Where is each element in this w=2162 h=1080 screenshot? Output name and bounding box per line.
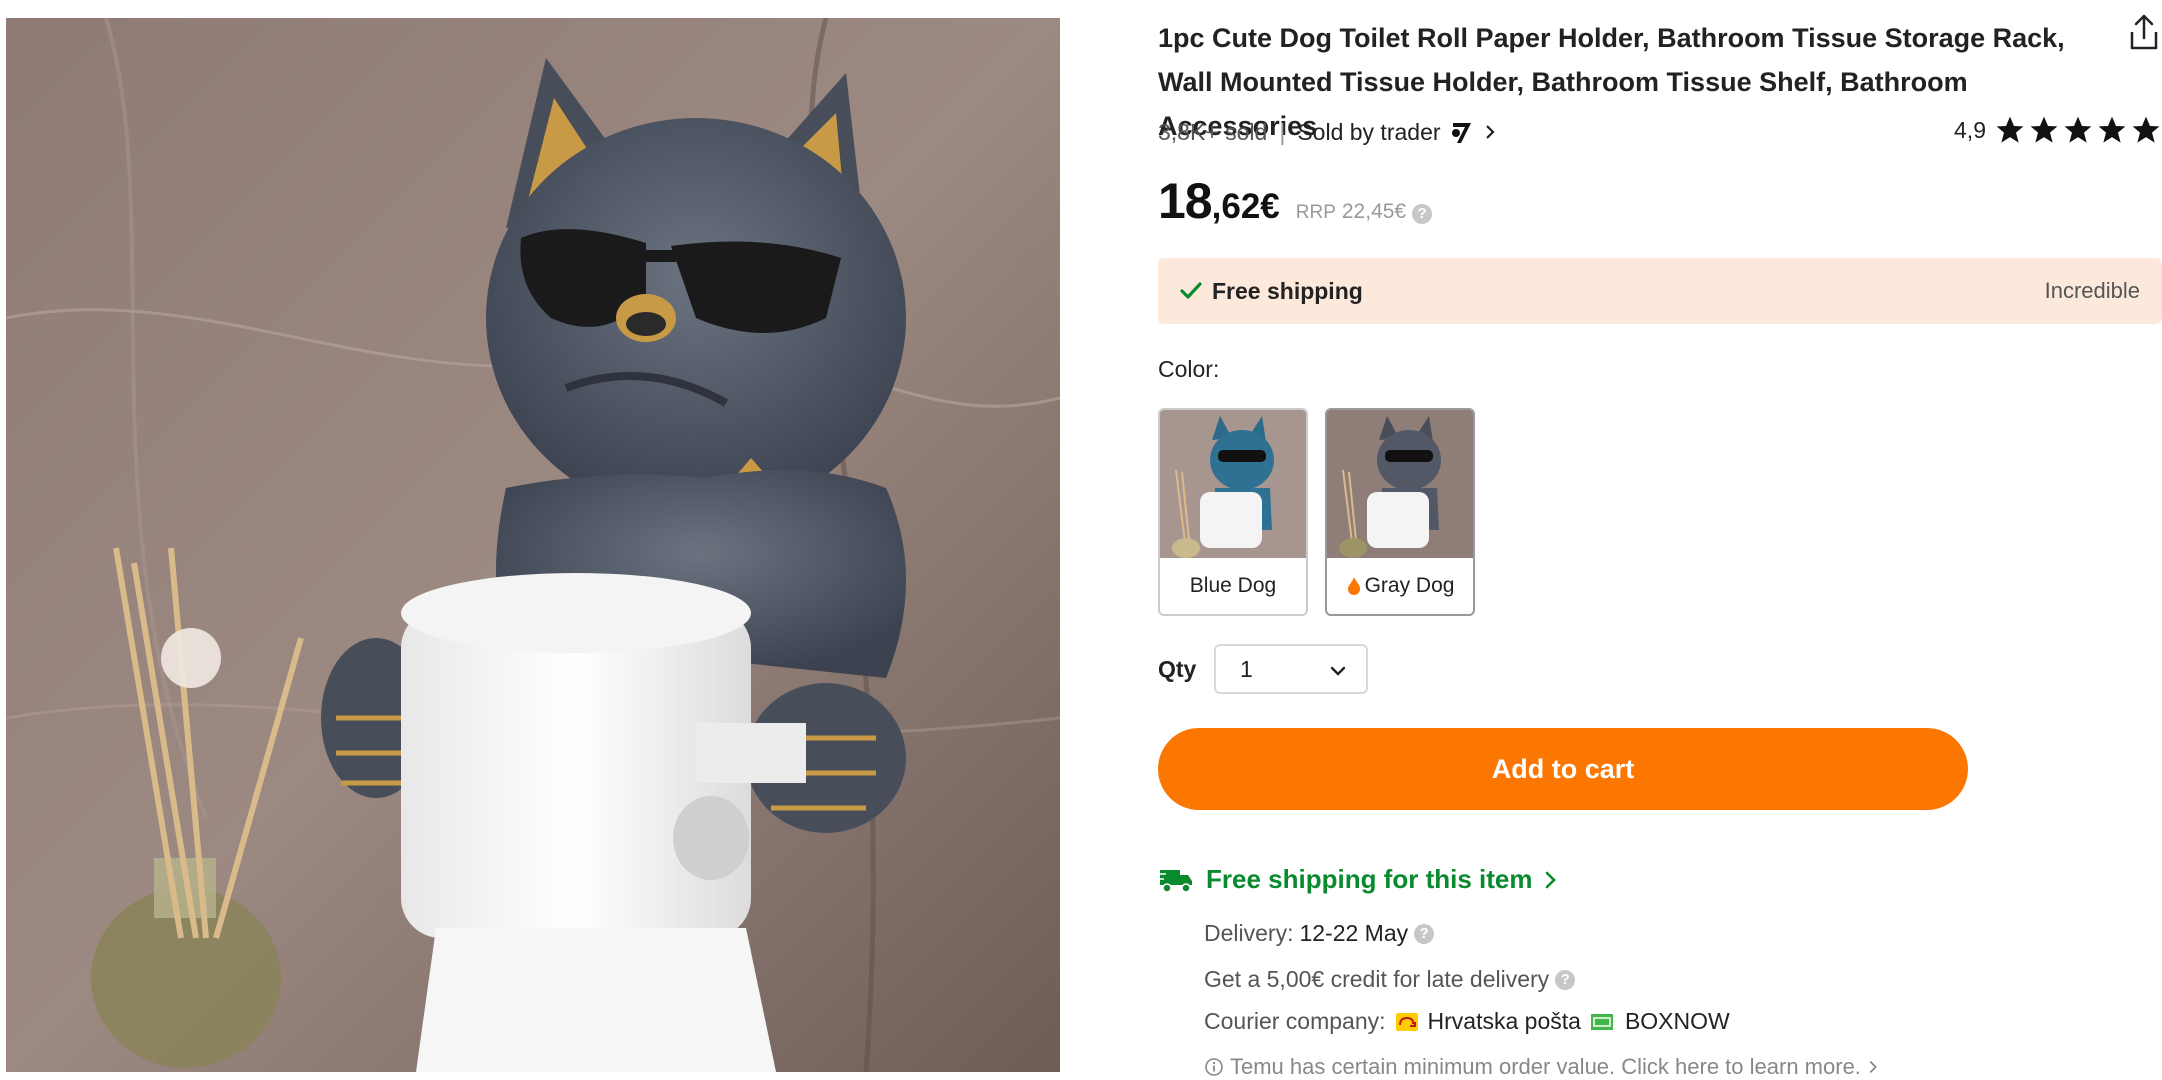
star-icon xyxy=(2064,116,2092,143)
sold-count: 3,8K+ sold xyxy=(1158,118,1268,145)
courier-boxnow: BOXNOW xyxy=(1624,1008,1730,1034)
share-icon[interactable] xyxy=(2126,12,2162,52)
rating-value: 4,9 xyxy=(1954,116,1986,143)
late-delivery-credit-text: Get a 5,00€ credit for late delivery xyxy=(1204,966,1550,992)
product-meta-row: 3,8K+ sold | Sold by trader 4,9 xyxy=(1158,114,2162,150)
free-shipping-label: Free shipping xyxy=(1212,277,1363,304)
star-icon xyxy=(2132,116,2160,143)
seller-label: Sold by trader xyxy=(1297,118,1441,145)
info-icon xyxy=(1205,1058,1223,1076)
post-horn-icon xyxy=(1395,1012,1418,1031)
help-icon[interactable]: ? xyxy=(1414,923,1435,944)
meta-separator: | xyxy=(1279,118,1286,145)
price-decimal: ,62€ xyxy=(1211,187,1280,226)
color-option-label: Gray Dog xyxy=(1327,558,1473,614)
color-label: Color: xyxy=(1158,356,1220,382)
gray-dog-thumbnail xyxy=(1327,410,1473,558)
color-option-name: Gray Dog xyxy=(1364,574,1455,597)
blue-dog-thumbnail xyxy=(1160,410,1306,558)
rrp-label: RRP xyxy=(1295,202,1336,223)
truck-icon xyxy=(1158,869,1192,893)
chevron-down-icon xyxy=(1330,666,1346,676)
product-info-panel: 1pc Cute Dog Toilet Roll Paper Holder, B… xyxy=(1158,0,2162,1080)
free-shipping-banner: Free shipping Incredible xyxy=(1158,258,2162,324)
minimum-order-notice[interactable]: Temu has certain minimum order value. Cl… xyxy=(1204,1054,1881,1080)
late-delivery-credit-row: Get a 5,00€ credit for late delivery ? xyxy=(1204,966,1576,993)
help-icon[interactable]: ? xyxy=(1412,204,1433,224)
courier-label: Courier company: xyxy=(1204,1008,1386,1034)
check-icon xyxy=(1180,282,1202,299)
rrp-value: 22,45€ xyxy=(1341,200,1407,223)
price-row: 18 ,62€ RRP 22,45€ ? xyxy=(1158,172,1433,232)
quantity-label: Qty xyxy=(1158,656,1197,682)
price-integer: 18 xyxy=(1158,173,1213,229)
shipping-tag: Incredible xyxy=(2044,278,2140,303)
delivery-dates: 12-22 May xyxy=(1299,920,1409,946)
chevron-right-icon xyxy=(1546,871,1557,888)
delivery-row: Delivery: 12-22 May ? xyxy=(1204,920,1435,947)
courier-hrvatska-posta: Hrvatska pošta xyxy=(1427,1008,1581,1034)
parcel-icon xyxy=(1590,1013,1613,1030)
quantity-value: 1 xyxy=(1240,655,1253,682)
rating[interactable]: 4,9 xyxy=(1954,114,2162,146)
star-icon xyxy=(1996,116,2024,143)
help-icon[interactable]: ? xyxy=(1555,969,1576,990)
color-options: Blue Dog Gray Dog xyxy=(1158,408,1475,616)
star-icon xyxy=(2098,116,2126,143)
free-shipping-item-link[interactable]: Free shipping for this item xyxy=(1158,864,1560,895)
hot-icon xyxy=(1347,577,1360,595)
seller-link[interactable]: Sold by trader xyxy=(1297,119,1498,146)
add-to-cart-button[interactable]: Add to cart xyxy=(1158,728,1968,810)
color-option-gray-dog[interactable]: Gray Dog xyxy=(1325,408,1475,616)
product-main-image[interactable] xyxy=(6,18,1060,1072)
free-shipping-heading: Free shipping for this item xyxy=(1206,864,1533,894)
minimum-order-text: Temu has certain minimum order value. Cl… xyxy=(1230,1054,1861,1079)
color-option-name: Blue Dog xyxy=(1189,574,1277,597)
trader-logo-icon xyxy=(1451,123,1471,143)
chevron-right-icon xyxy=(1485,125,1495,139)
rating-stars xyxy=(1992,114,2162,146)
quantity-select[interactable]: 1 xyxy=(1214,644,1368,694)
courier-row: Courier company: Hrvatska pošta BOXNOW xyxy=(1204,1008,1730,1035)
star-icon xyxy=(2030,116,2058,143)
delivery-label: Delivery: xyxy=(1204,920,1294,946)
chevron-right-icon xyxy=(1869,1061,1877,1073)
color-option-blue-dog[interactable]: Blue Dog xyxy=(1158,408,1308,616)
